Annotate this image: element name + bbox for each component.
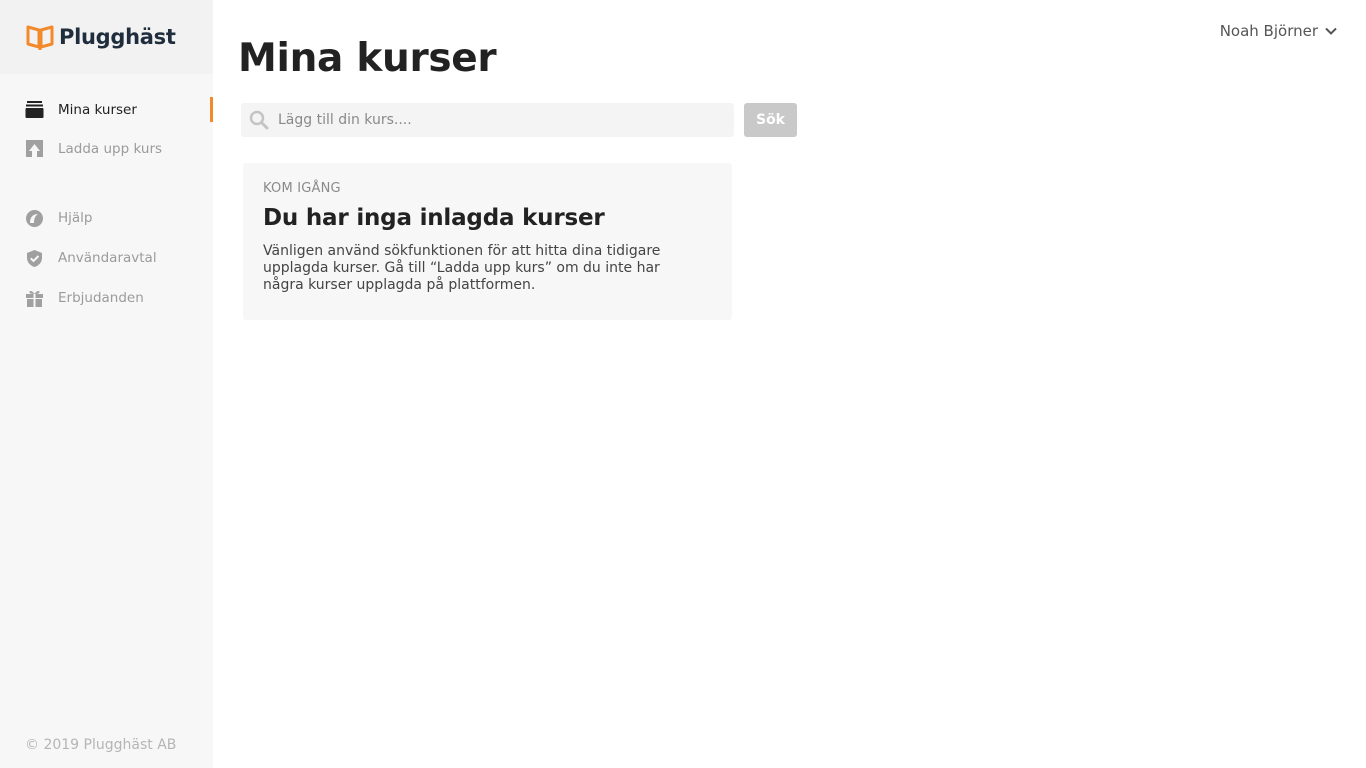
sidebar-item-mina-kurser[interactable]: Mina kurser: [0, 90, 213, 129]
sidebar-item-label: Ladda upp kurs: [58, 140, 163, 157]
chevron-down-icon: [1324, 24, 1338, 38]
courses-stack-icon: [25, 100, 44, 119]
sidebar-item-label: Användaravtal: [58, 250, 157, 266]
sidebar-item-anvandaravtal[interactable]: Användaravtal: [0, 238, 213, 278]
sidebar-item-label: Hjälp: [58, 210, 93, 226]
gift-icon: [25, 289, 44, 308]
main-content: Noah Björner Mina kurser Sök KOM IGÅNG D…: [213, 0, 1366, 768]
brand-name: Plugghäst: [59, 25, 176, 49]
logo[interactable]: Plugghäst: [0, 0, 213, 74]
shield-check-icon: [25, 249, 44, 268]
card-body: Vänligen använd sökfunktionen för att hi…: [263, 243, 661, 293]
sidebar-item-hjalp[interactable]: Hjälp: [0, 198, 213, 238]
card-eyebrow: KOM IGÅNG: [263, 181, 341, 196]
search-button[interactable]: Sök: [744, 103, 797, 137]
page-title: Mina kurser: [238, 36, 497, 81]
sidebar-item-ladda-upp-kurs[interactable]: Ladda upp kurs: [0, 129, 213, 168]
sidebar-item-label: Erbjudanden: [58, 290, 144, 306]
sidebar-main-nav: Mina kurser Ladda upp kurs: [0, 90, 213, 168]
sidebar-item-erbjudanden[interactable]: Erbjudanden: [0, 278, 213, 318]
upload-icon: [25, 139, 44, 158]
copyright-text: © 2019 Plugghäst AB: [25, 737, 177, 753]
card-title: Du har inga inlagda kurser: [263, 205, 605, 231]
search-bar: [241, 103, 734, 137]
search-input[interactable]: [278, 103, 734, 137]
user-name: Noah Björner: [1219, 22, 1318, 40]
search-icon: [249, 110, 269, 130]
book-logo-icon: [25, 23, 55, 51]
sidebar: Plugghäst Mina kurser Ladda upp kurs Hjä…: [0, 0, 213, 768]
sidebar-item-label: Mina kurser: [58, 101, 137, 118]
sidebar-secondary-nav: Hjälp Användaravtal Erbjudanden: [0, 198, 213, 318]
help-bubble-icon: [25, 209, 44, 228]
empty-courses-card: KOM IGÅNG Du har inga inlagda kurser Vän…: [243, 163, 732, 320]
user-menu[interactable]: Noah Björner: [1220, 22, 1338, 40]
